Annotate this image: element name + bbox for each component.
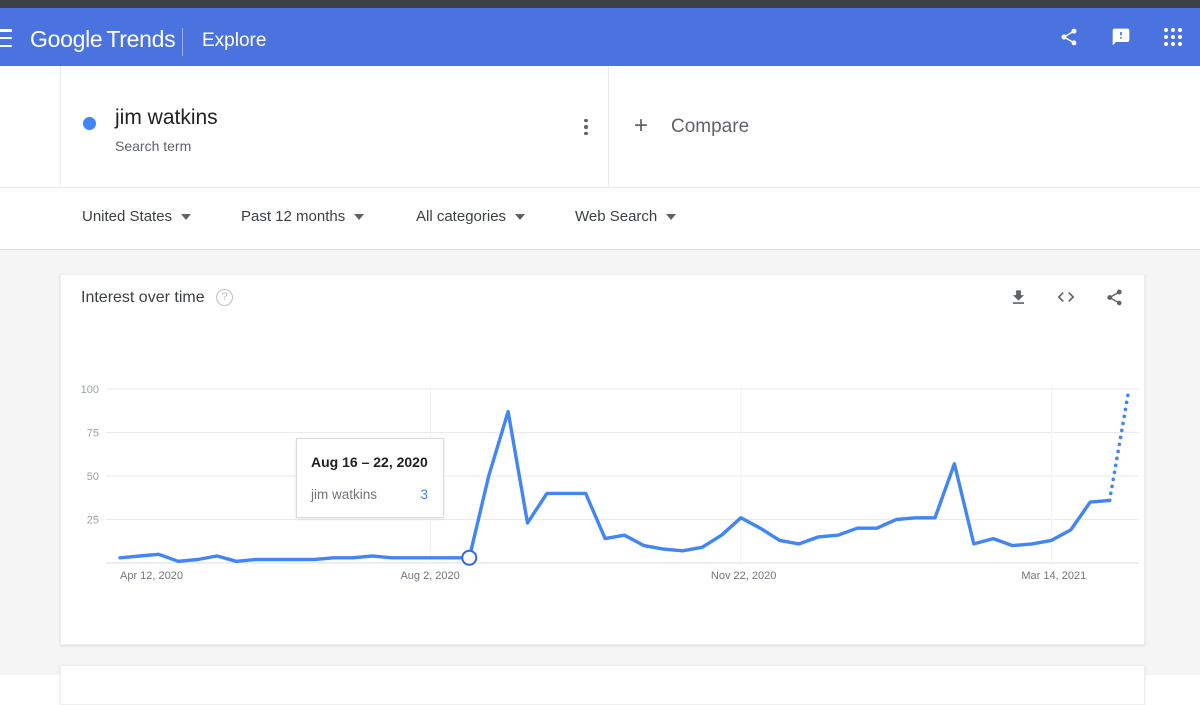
appbar-divider — [182, 28, 183, 56]
browser-top-strip — [0, 0, 1200, 8]
category-filter[interactable]: All categories — [416, 208, 526, 225]
apps-grid-icon[interactable] — [1160, 24, 1186, 50]
chart-canvas[interactable]: 25 50 75 100 Apr 12, 2020 Aug 2, 2020 Nov 22, … — [61, 275, 1146, 646]
search-term-text[interactable]: jim watkins — [115, 106, 218, 130]
next-card-peek — [60, 665, 1145, 705]
chevron-down-icon — [515, 213, 526, 220]
plus-icon: + — [634, 112, 649, 139]
search-term-row: jim watkins Search term + Compare — [0, 66, 1200, 188]
chart-partial-data-line — [1107, 387, 1131, 503]
trends-wordmark: Trends — [106, 26, 176, 52]
filter-bar: United States Past 12 months All categor… — [0, 188, 1200, 250]
interest-over-time-card: Interest over time ? 25 50 75 100 Apr 12, 20… — [60, 274, 1145, 645]
interest-over-time-chart[interactable]: 25 50 75 100 Apr 12, 2020 Aug 2, 2020 Nov 22, … — [61, 275, 1146, 646]
x-axis-tick-label: Mar 14, 2021 — [1021, 570, 1086, 582]
location-filter-label: United States — [82, 208, 173, 225]
tooltip-date: Aug 16 – 22, 2020 — [311, 454, 428, 470]
y-axis-tick-label: 50 — [87, 471, 99, 483]
google-trends-logo[interactable]: Google Trends — [30, 26, 176, 53]
y-axis-tick-label: 25 — [87, 515, 99, 527]
appbar-icon-group — [1056, 8, 1186, 66]
search-term-type-label: Search term — [115, 138, 192, 154]
x-axis-tick-label: Apr 12, 2020 — [120, 570, 183, 582]
chevron-down-icon — [666, 213, 677, 220]
chart-line-series — [118, 409, 1112, 563]
x-axis-tick-label: Aug 2, 2020 — [400, 570, 459, 582]
search-type-filter-label: Web Search — [575, 208, 658, 225]
tooltip-series-label: jim watkins — [311, 487, 378, 502]
time-range-filter[interactable]: Past 12 months — [241, 208, 365, 225]
series-color-dot — [83, 117, 96, 130]
y-axis-tick-label: 75 — [87, 428, 99, 440]
chart-hover-marker[interactable] — [461, 549, 478, 566]
compare-label: Compare — [671, 116, 750, 137]
time-range-filter-label: Past 12 months — [241, 208, 346, 225]
share-icon[interactable] — [1056, 24, 1082, 50]
y-axis-tick-label: 100 — [81, 384, 99, 396]
chevron-down-icon — [181, 213, 192, 220]
hamburger-menu-icon[interactable] — [0, 29, 14, 47]
chevron-down-icon — [354, 213, 365, 220]
category-filter-label: All categories — [416, 208, 507, 225]
add-compare-button[interactable]: + Compare — [609, 66, 1200, 188]
search-type-filter[interactable]: Web Search — [575, 208, 677, 225]
search-term-card[interactable]: jim watkins Search term — [61, 66, 608, 188]
explore-nav-link[interactable]: Explore — [202, 30, 266, 52]
chart-tooltip: Aug 16 – 22, 2020 jim watkins 3 — [296, 438, 444, 518]
location-filter[interactable]: United States — [82, 208, 192, 225]
google-wordmark: Google — [30, 26, 103, 52]
feedback-icon[interactable] — [1108, 24, 1134, 50]
x-axis-tick-label: Nov 22, 2020 — [711, 570, 776, 582]
more-options-icon[interactable] — [573, 112, 599, 142]
app-bar: Google Trends Explore — [0, 8, 1200, 66]
tooltip-value: 3 — [420, 487, 428, 502]
